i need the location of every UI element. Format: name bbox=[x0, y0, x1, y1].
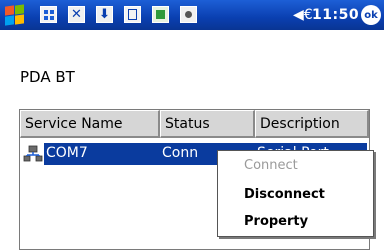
volume-icon[interactable]: ◀€ bbox=[293, 8, 313, 22]
menu-item-disconnect[interactable]: Disconnect bbox=[244, 187, 325, 202]
column-header-service-name[interactable]: Service Name bbox=[20, 110, 160, 138]
status-bar: ✕ ⬇ ◀€ 11:50 ok bbox=[0, 0, 384, 30]
device-name-label: PDA BT bbox=[20, 68, 75, 86]
menu-item-property[interactable]: Property bbox=[244, 214, 308, 229]
image-icon[interactable] bbox=[152, 6, 169, 23]
start-flag-icon[interactable] bbox=[3, 4, 25, 26]
ok-button[interactable]: ok bbox=[361, 5, 381, 25]
clock[interactable]: 11:50 bbox=[312, 7, 359, 23]
list-header: Service Name Status Description bbox=[20, 110, 369, 138]
network-service-icon bbox=[23, 145, 43, 162]
column-header-description[interactable]: Description bbox=[255, 110, 369, 138]
column-header-status[interactable]: Status bbox=[160, 110, 255, 138]
close-box-icon[interactable]: ✕ bbox=[68, 6, 85, 23]
cell-service-name: COM7 bbox=[46, 145, 88, 161]
context-menu: Connect Disconnect Property bbox=[217, 150, 374, 237]
menu-item-connect[interactable]: Connect bbox=[244, 158, 298, 173]
app-grid-icon[interactable] bbox=[40, 6, 57, 23]
clipboard-icon[interactable] bbox=[124, 6, 141, 23]
camera-icon[interactable] bbox=[180, 6, 197, 23]
download-icon[interactable]: ⬇ bbox=[96, 6, 113, 23]
